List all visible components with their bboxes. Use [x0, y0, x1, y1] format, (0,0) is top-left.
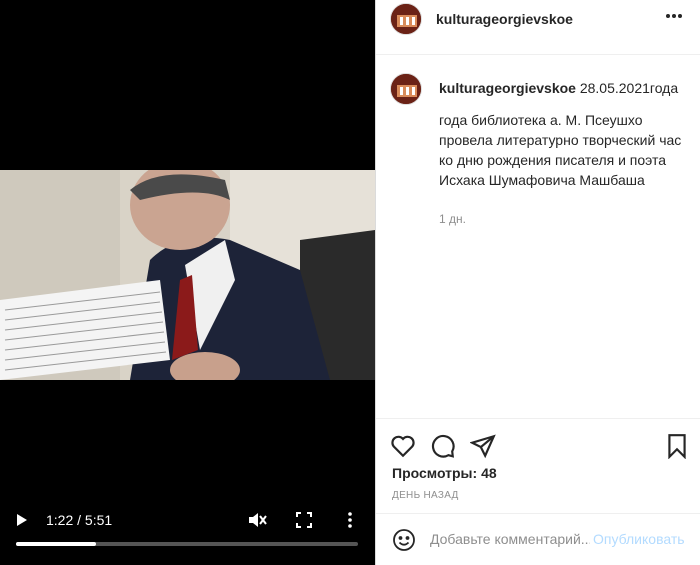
- mute-icon[interactable]: [247, 511, 267, 529]
- comment-input[interactable]: [430, 528, 590, 550]
- views-count: Просмотры: 48: [392, 465, 497, 481]
- header-username[interactable]: kulturageorgievskoe: [436, 11, 573, 27]
- post-comment-button[interactable]: Опубликовать: [593, 531, 685, 547]
- share-icon[interactable]: [469, 433, 496, 459]
- heart-icon[interactable]: [390, 433, 416, 459]
- comment-bar: Опубликовать: [376, 513, 700, 565]
- caption-avatar[interactable]: [390, 73, 422, 105]
- fullscreen-icon[interactable]: [296, 512, 312, 528]
- post-sidebar: kulturageorgievskoe kulturageorgievskoe …: [375, 0, 700, 565]
- post-date[interactable]: ДЕНЬ НАЗАД: [392, 490, 459, 501]
- more-vertical-icon[interactable]: [344, 511, 356, 529]
- video-frame[interactable]: [0, 170, 375, 380]
- video-time: 1:22 / 5:51: [46, 512, 113, 528]
- caption-heading: kulturageorgievskoe 28.05.2021года: [439, 78, 689, 98]
- more-horizontal-icon[interactable]: [664, 10, 684, 22]
- play-icon[interactable]: [14, 512, 30, 528]
- post-header: kulturageorgievskoe: [376, 0, 700, 55]
- avatar[interactable]: [390, 3, 422, 35]
- caption-username[interactable]: kulturageorgievskoe: [439, 80, 576, 96]
- caption-lead: 28.05.2021года: [575, 80, 679, 96]
- video-player[interactable]: 1:22 / 5:51: [0, 0, 375, 565]
- video-progress-bar[interactable]: [16, 542, 358, 546]
- bookmark-icon[interactable]: [664, 433, 690, 460]
- video-controls: 1:22 / 5:51: [0, 500, 375, 565]
- views-number: 48: [481, 465, 497, 481]
- video-progress-fill: [16, 542, 97, 546]
- caption-timestamp[interactable]: 1 дн.: [439, 212, 466, 226]
- emoji-icon[interactable]: [392, 528, 416, 552]
- caption-text: года библиотека а. М. Псеушхо провела ли…: [439, 112, 682, 188]
- post-modal: 1:22 / 5:51 kulturageorgievskoe kulturag…: [0, 0, 700, 565]
- comment-icon[interactable]: [430, 433, 456, 459]
